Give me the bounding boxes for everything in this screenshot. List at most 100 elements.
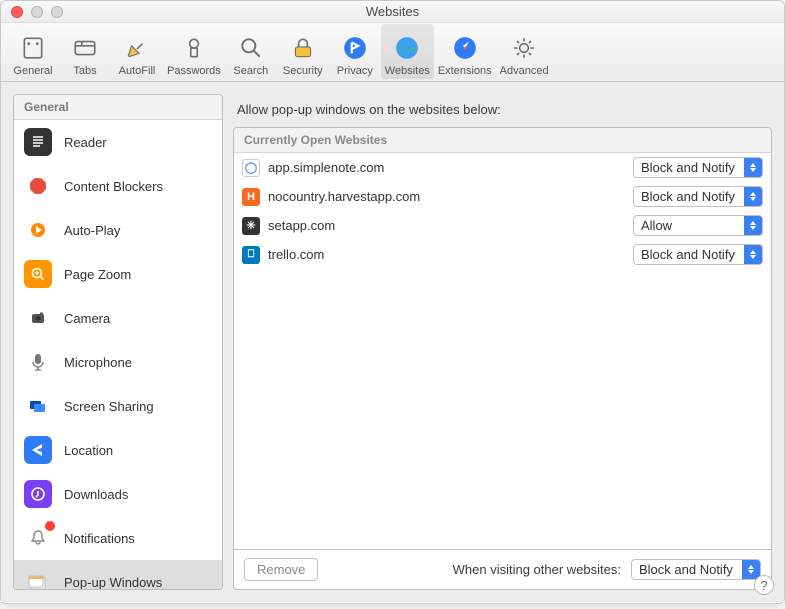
policy-value: Block and Notify bbox=[641, 189, 735, 204]
website-policy-select[interactable]: Block and Notify bbox=[633, 157, 763, 178]
toolbar-tab-search[interactable]: Search bbox=[225, 24, 277, 79]
toolbar-label: Security bbox=[283, 65, 323, 77]
chevron-updown-icon bbox=[744, 216, 762, 235]
website-row[interactable]: ✳ setapp.com Allow bbox=[234, 211, 771, 240]
toolbar-tab-autofill[interactable]: AutoFill bbox=[111, 24, 163, 79]
minimize-window-button[interactable] bbox=[31, 6, 43, 18]
sidebar-item-camera[interactable]: Camera bbox=[14, 296, 222, 340]
toolbar-label: Passwords bbox=[167, 65, 221, 77]
sidebar-item-auto-play[interactable]: Auto-Play bbox=[14, 208, 222, 252]
sidebar-item-label: Page Zoom bbox=[64, 267, 131, 282]
microphone-icon bbox=[24, 348, 52, 376]
sidebar-item-label: Microphone bbox=[64, 355, 132, 370]
search-icon bbox=[235, 32, 267, 64]
favicon: ✳ bbox=[242, 217, 260, 235]
sidebar-item-pop-up-windows[interactable]: Pop-up Windows bbox=[14, 560, 222, 589]
toolbar-tab-tabs[interactable]: Tabs bbox=[59, 24, 111, 79]
favicon: ⎕ bbox=[242, 246, 260, 264]
notifications-icon bbox=[24, 524, 52, 552]
toolbar-label: General bbox=[13, 65, 52, 77]
toolbar-tab-privacy[interactable]: Privacy bbox=[329, 24, 381, 79]
policy-value: Block and Notify bbox=[641, 160, 735, 175]
sidebar-item-content-blockers[interactable]: Content Blockers bbox=[14, 164, 222, 208]
pop-up-windows-icon bbox=[24, 568, 52, 589]
sidebar-item-microphone[interactable]: Microphone bbox=[14, 340, 222, 384]
toolbar-tab-extensions[interactable]: Extensions bbox=[434, 24, 496, 79]
reader-icon bbox=[24, 128, 52, 156]
downloads-icon bbox=[24, 480, 52, 508]
website-policy-select[interactable]: Block and Notify bbox=[633, 186, 763, 207]
table-rows: ◯ app.simplenote.com Block and NotifyH n… bbox=[234, 153, 771, 269]
policy-value: Block and Notify bbox=[641, 247, 735, 262]
policy-value: Allow bbox=[641, 218, 672, 233]
website-policy-select[interactable]: Block and Notify bbox=[633, 244, 763, 265]
passwords-icon bbox=[178, 32, 210, 64]
traffic-lights bbox=[1, 6, 63, 18]
chevron-updown-icon bbox=[744, 245, 762, 264]
website-policy-select[interactable]: Allow bbox=[633, 215, 763, 236]
toolbar-tab-passwords[interactable]: Passwords bbox=[163, 24, 225, 79]
toolbar-tab-security[interactable]: Security bbox=[277, 24, 329, 79]
chevron-updown-icon bbox=[744, 187, 762, 206]
toolbar-label: AutoFill bbox=[119, 65, 156, 77]
toolbar-tab-websites[interactable]: Websites bbox=[381, 24, 434, 79]
website-row[interactable]: H nocountry.harvestapp.com Block and Not… bbox=[234, 182, 771, 211]
sidebar-item-label: Content Blockers bbox=[64, 179, 163, 194]
help-button[interactable]: ? bbox=[754, 575, 774, 595]
sidebar-item-label: Reader bbox=[64, 135, 107, 150]
general-icon bbox=[17, 32, 49, 64]
extensions-icon bbox=[449, 32, 481, 64]
sidebar-item-downloads[interactable]: Downloads bbox=[14, 472, 222, 516]
sidebar-item-label: Camera bbox=[64, 311, 110, 326]
advanced-icon bbox=[508, 32, 540, 64]
toolbar-label: Websites bbox=[385, 65, 430, 77]
sidebar-item-label: Notifications bbox=[64, 531, 135, 546]
page-zoom-icon bbox=[24, 260, 52, 288]
website-domain: app.simplenote.com bbox=[268, 160, 625, 175]
toolbar-label: Privacy bbox=[337, 65, 373, 77]
location-icon bbox=[24, 436, 52, 464]
auto-play-icon bbox=[24, 216, 52, 244]
other-websites-select[interactable]: Block and Notify bbox=[631, 559, 761, 580]
sidebar-items: Reader Content Blockers Auto-Play Page Zoom… bbox=[14, 120, 222, 589]
toolbar-label: Advanced bbox=[500, 65, 549, 77]
sidebar-item-notifications[interactable]: Notifications bbox=[14, 516, 222, 560]
toolbar: General Tabs AutoFill Passwords Search Securi… bbox=[1, 23, 784, 82]
website-row[interactable]: ◯ app.simplenote.com Block and Notify bbox=[234, 153, 771, 182]
zoom-window-button[interactable] bbox=[51, 6, 63, 18]
content-blockers-icon bbox=[24, 172, 52, 200]
close-window-button[interactable] bbox=[11, 6, 23, 18]
other-websites-value: Block and Notify bbox=[639, 562, 733, 577]
chevron-updown-icon bbox=[744, 158, 762, 177]
toolbar-label: Search bbox=[233, 65, 268, 77]
screen-sharing-icon bbox=[24, 392, 52, 420]
website-row[interactable]: ⎕ trello.com Block and Notify bbox=[234, 240, 771, 269]
sidebar-item-label: Screen Sharing bbox=[64, 399, 154, 414]
main-panel: Allow pop-up windows on the websites bel… bbox=[233, 94, 772, 590]
toolbar-tab-advanced[interactable]: Advanced bbox=[496, 24, 553, 79]
camera-icon bbox=[24, 304, 52, 332]
sidebar-item-label: Location bbox=[64, 443, 113, 458]
table-header: Currently Open Websites bbox=[234, 128, 771, 153]
main-title: Allow pop-up windows on the websites bel… bbox=[237, 102, 768, 117]
websites-icon bbox=[391, 32, 423, 64]
preferences-window: Websites General Tabs AutoFill Passwords Sea… bbox=[0, 0, 785, 604]
remove-button[interactable]: Remove bbox=[244, 558, 318, 581]
sidebar-item-reader[interactable]: Reader bbox=[14, 120, 222, 164]
footer-label: When visiting other websites: bbox=[453, 562, 621, 577]
website-domain: trello.com bbox=[268, 247, 625, 262]
sidebar-item-location[interactable]: Location bbox=[14, 428, 222, 472]
website-domain: nocountry.harvestapp.com bbox=[268, 189, 625, 204]
toolbar-label: Tabs bbox=[73, 65, 96, 77]
titlebar: Websites bbox=[1, 1, 784, 23]
sidebar-item-page-zoom[interactable]: Page Zoom bbox=[14, 252, 222, 296]
content-body: General ReaderContent BlockersAuto-PlayP… bbox=[1, 82, 784, 602]
toolbar-tab-general[interactable]: General bbox=[7, 24, 59, 79]
sidebar-item-label: Pop-up Windows bbox=[64, 575, 162, 590]
sidebar-item-screen-sharing[interactable]: Screen Sharing bbox=[14, 384, 222, 428]
toolbar-label: Extensions bbox=[438, 65, 492, 77]
sidebar: General ReaderContent BlockersAuto-PlayP… bbox=[13, 94, 223, 590]
favicon: ◯ bbox=[242, 159, 260, 177]
favicon: H bbox=[242, 188, 260, 206]
notification-badge bbox=[45, 521, 55, 531]
